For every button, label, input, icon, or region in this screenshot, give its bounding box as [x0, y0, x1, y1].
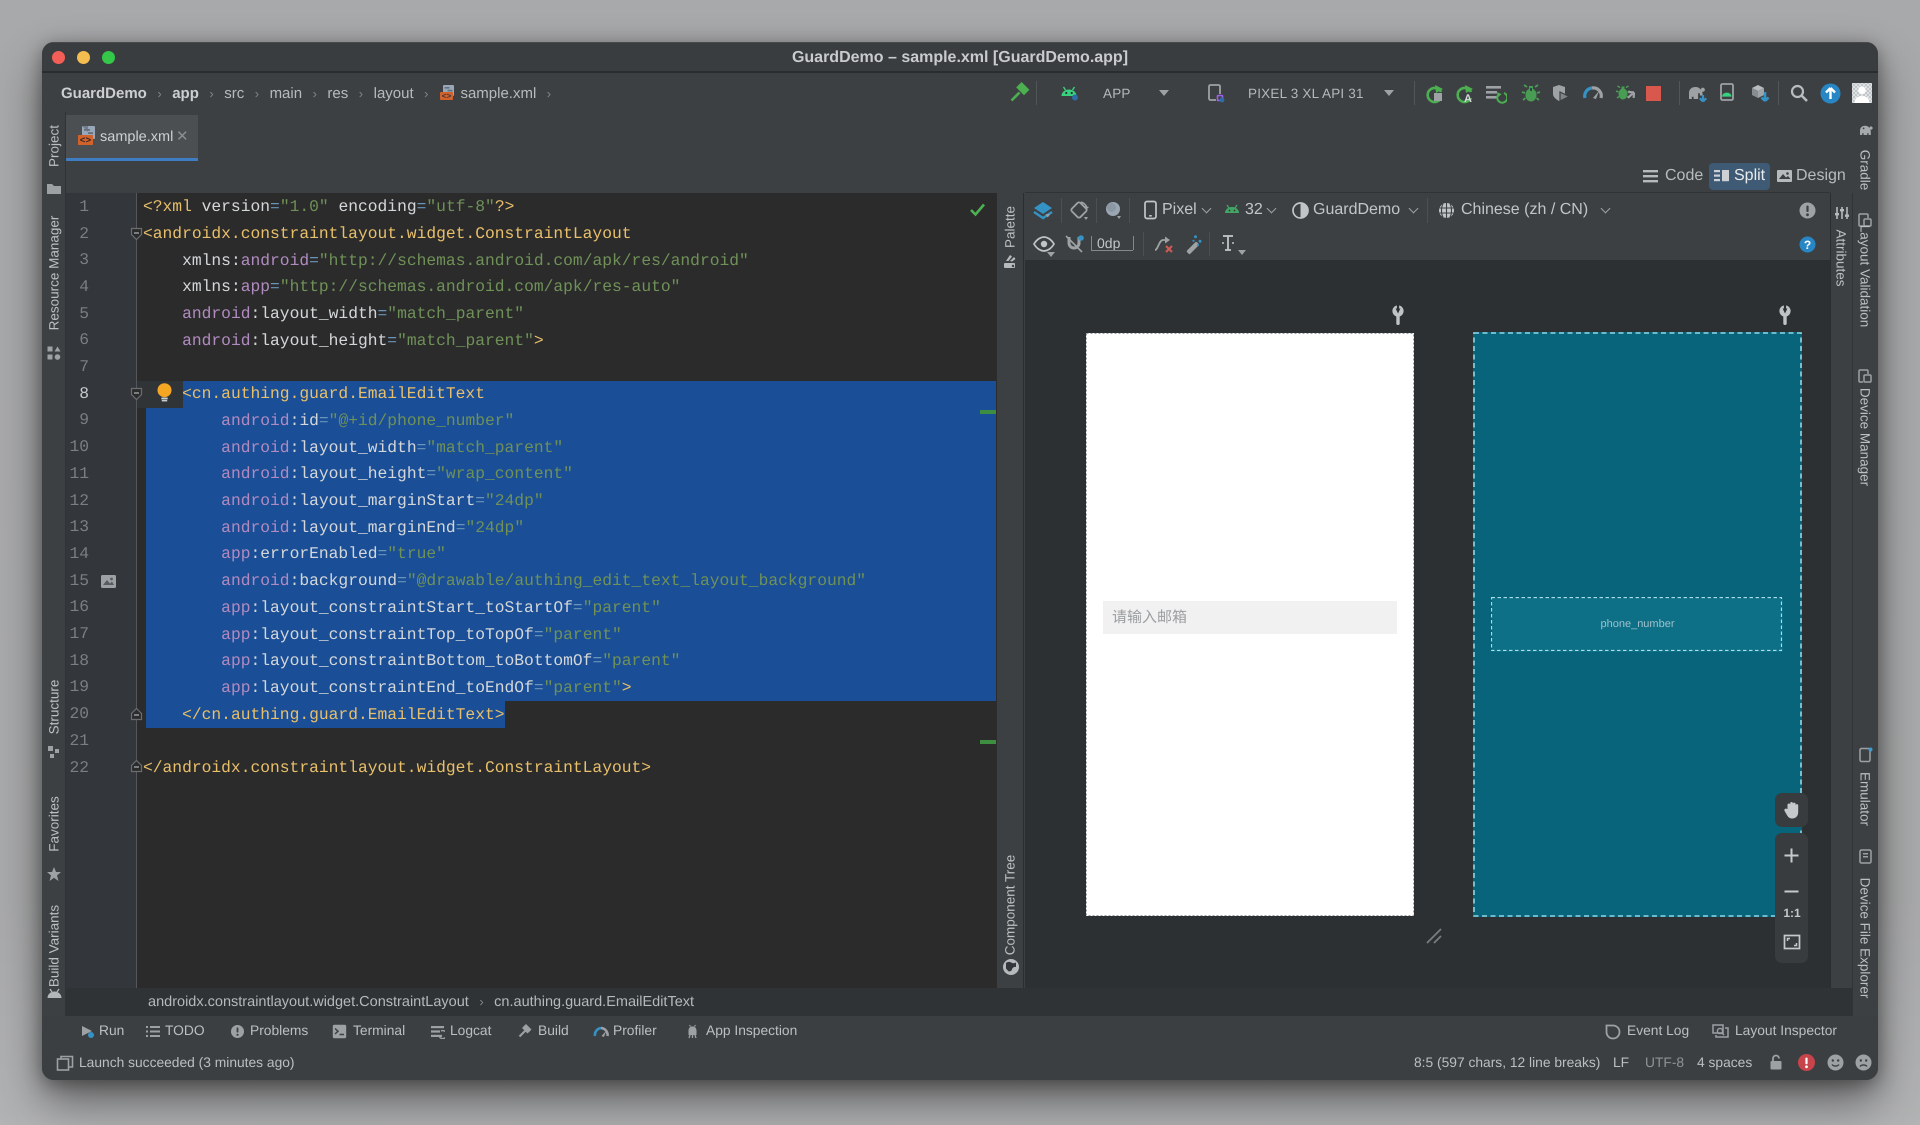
svg-text:A: A	[1464, 93, 1472, 104]
svg-text:<>: <>	[442, 93, 452, 101]
svg-text:<>: <>	[80, 135, 92, 146]
svg-text:?: ?	[1804, 238, 1811, 252]
